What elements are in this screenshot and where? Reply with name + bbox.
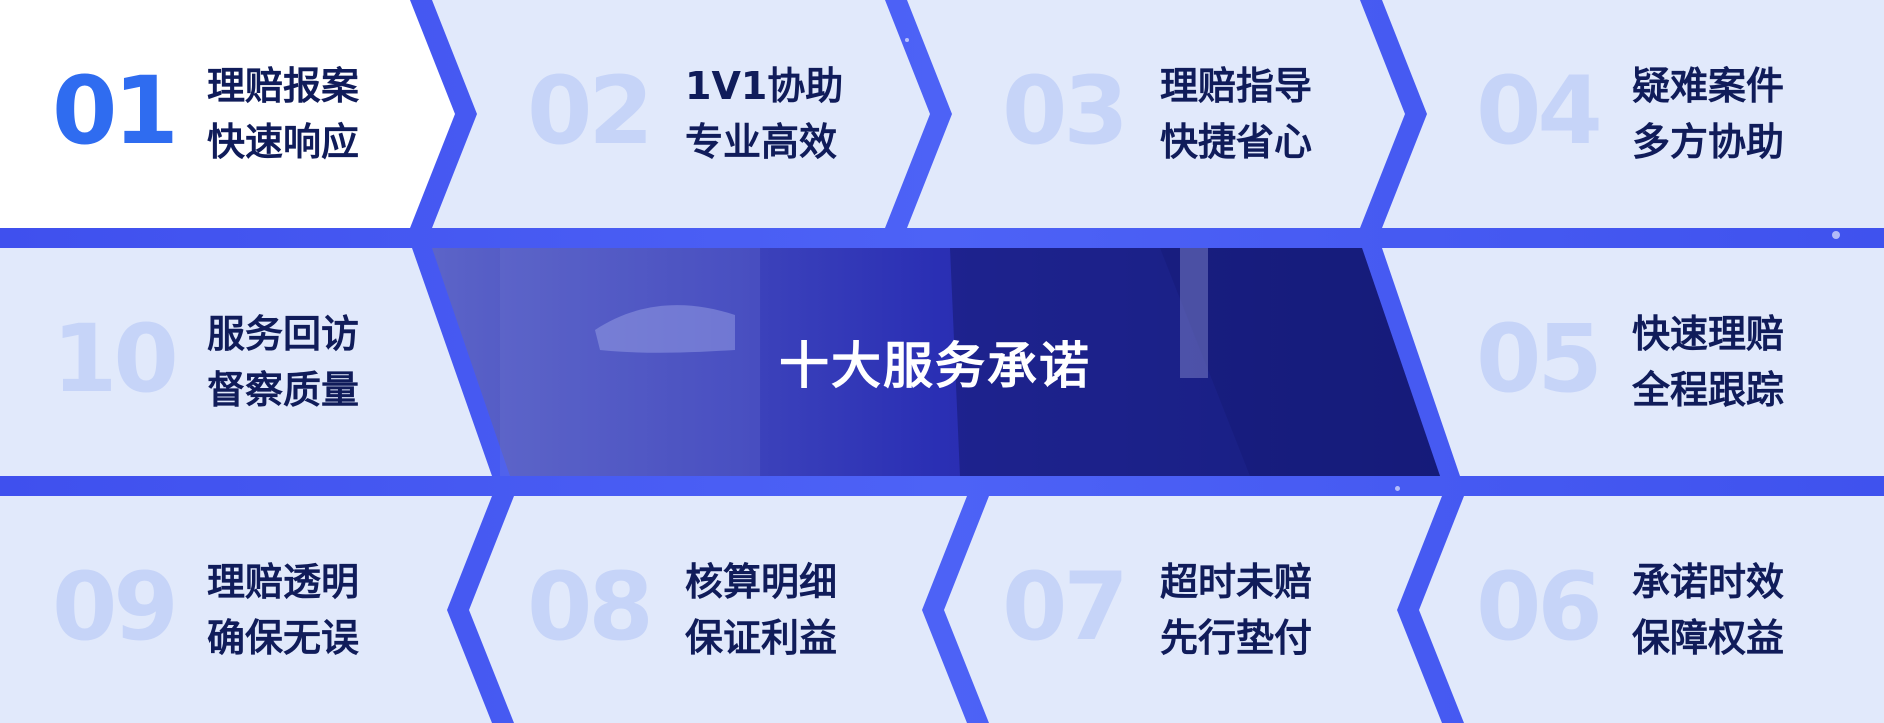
sparkle-dot <box>1832 231 1840 239</box>
promise-text: 1V1协助 专业高效 <box>685 58 843 170</box>
promise-text: 理赔指导 快捷省心 <box>1160 58 1312 170</box>
promise-number: 10 <box>52 305 179 415</box>
promise-number: 07 <box>1002 553 1129 663</box>
promise-line-2: 专业高效 <box>685 120 838 164</box>
promise-text: 疑难案件 多方协助 <box>1632 58 1784 170</box>
promise-number: 06 <box>1476 553 1603 663</box>
promise-01: 01 理赔报案 快速响应 <box>0 14 472 214</box>
promise-line-1: 快速理赔 <box>1632 312 1785 356</box>
center-title-area: 十大服务承诺 <box>430 248 1440 476</box>
promise-line-1: 疑难案件 <box>1632 64 1785 108</box>
promise-09: 09 理赔透明 确保无误 <box>0 510 472 710</box>
promise-line-2: 快速响应 <box>207 120 360 164</box>
promise-number: 04 <box>1476 57 1603 167</box>
service-promises-banner: 01 理赔报案 快速响应 02 1V1协助 专业高效 03 理赔指导 快捷省心 … <box>0 0 1884 723</box>
promise-07: 07 超时未赔 先行垫付 <box>950 510 1422 710</box>
promise-number: 02 <box>527 57 654 167</box>
promise-number: 01 <box>52 57 179 167</box>
promise-line-2: 确保无误 <box>207 616 360 660</box>
sparkle-dot <box>1395 486 1400 491</box>
promise-02: 02 1V1协助 专业高效 <box>475 14 947 214</box>
promise-number: 09 <box>52 553 179 663</box>
promise-line-1: 理赔透明 <box>207 560 360 604</box>
promise-number: 05 <box>1476 305 1603 415</box>
promise-number: 03 <box>1002 57 1129 167</box>
promise-05: 05 快速理赔 全程跟踪 <box>1424 262 1884 462</box>
promise-line-1: 服务回访 <box>207 312 360 356</box>
promise-line-1: 1V1协助 <box>685 64 844 108</box>
promise-line-2: 保证利益 <box>685 616 838 660</box>
promise-line-2: 全程跟踪 <box>1632 368 1785 412</box>
promise-text: 理赔透明 确保无误 <box>207 554 359 666</box>
promise-04: 04 疑难案件 多方协助 <box>1424 14 1884 214</box>
promise-text: 超时未赔 先行垫付 <box>1160 554 1312 666</box>
promise-line-2: 快捷省心 <box>1160 120 1313 164</box>
promise-line-2: 多方协助 <box>1632 120 1785 164</box>
promise-10: 10 服务回访 督察质量 <box>0 262 472 462</box>
promise-text: 理赔报案 快速响应 <box>207 58 359 170</box>
promise-08: 08 核算明细 保证利益 <box>475 510 947 710</box>
promise-line-1: 核算明细 <box>685 560 838 604</box>
promise-06: 06 承诺时效 保障权益 <box>1424 510 1884 710</box>
promise-text: 快速理赔 全程跟踪 <box>1632 306 1784 418</box>
promise-03: 03 理赔指导 快捷省心 <box>950 14 1422 214</box>
promise-number: 08 <box>527 553 654 663</box>
promise-line-1: 理赔报案 <box>207 64 360 108</box>
promise-line-1: 承诺时效 <box>1632 560 1785 604</box>
promise-text: 服务回访 督察质量 <box>207 306 359 418</box>
promise-line-1: 超时未赔 <box>1160 560 1313 604</box>
promise-text: 核算明细 保证利益 <box>685 554 837 666</box>
promise-line-2: 督察质量 <box>207 368 360 412</box>
center-title: 十大服务承诺 <box>779 337 1091 395</box>
promise-line-2: 保障权益 <box>1632 616 1785 660</box>
promise-line-1: 理赔指导 <box>1160 64 1313 108</box>
promise-text: 承诺时效 保障权益 <box>1632 554 1784 666</box>
sparkle-dot <box>905 38 909 42</box>
promise-line-2: 先行垫付 <box>1160 616 1313 660</box>
